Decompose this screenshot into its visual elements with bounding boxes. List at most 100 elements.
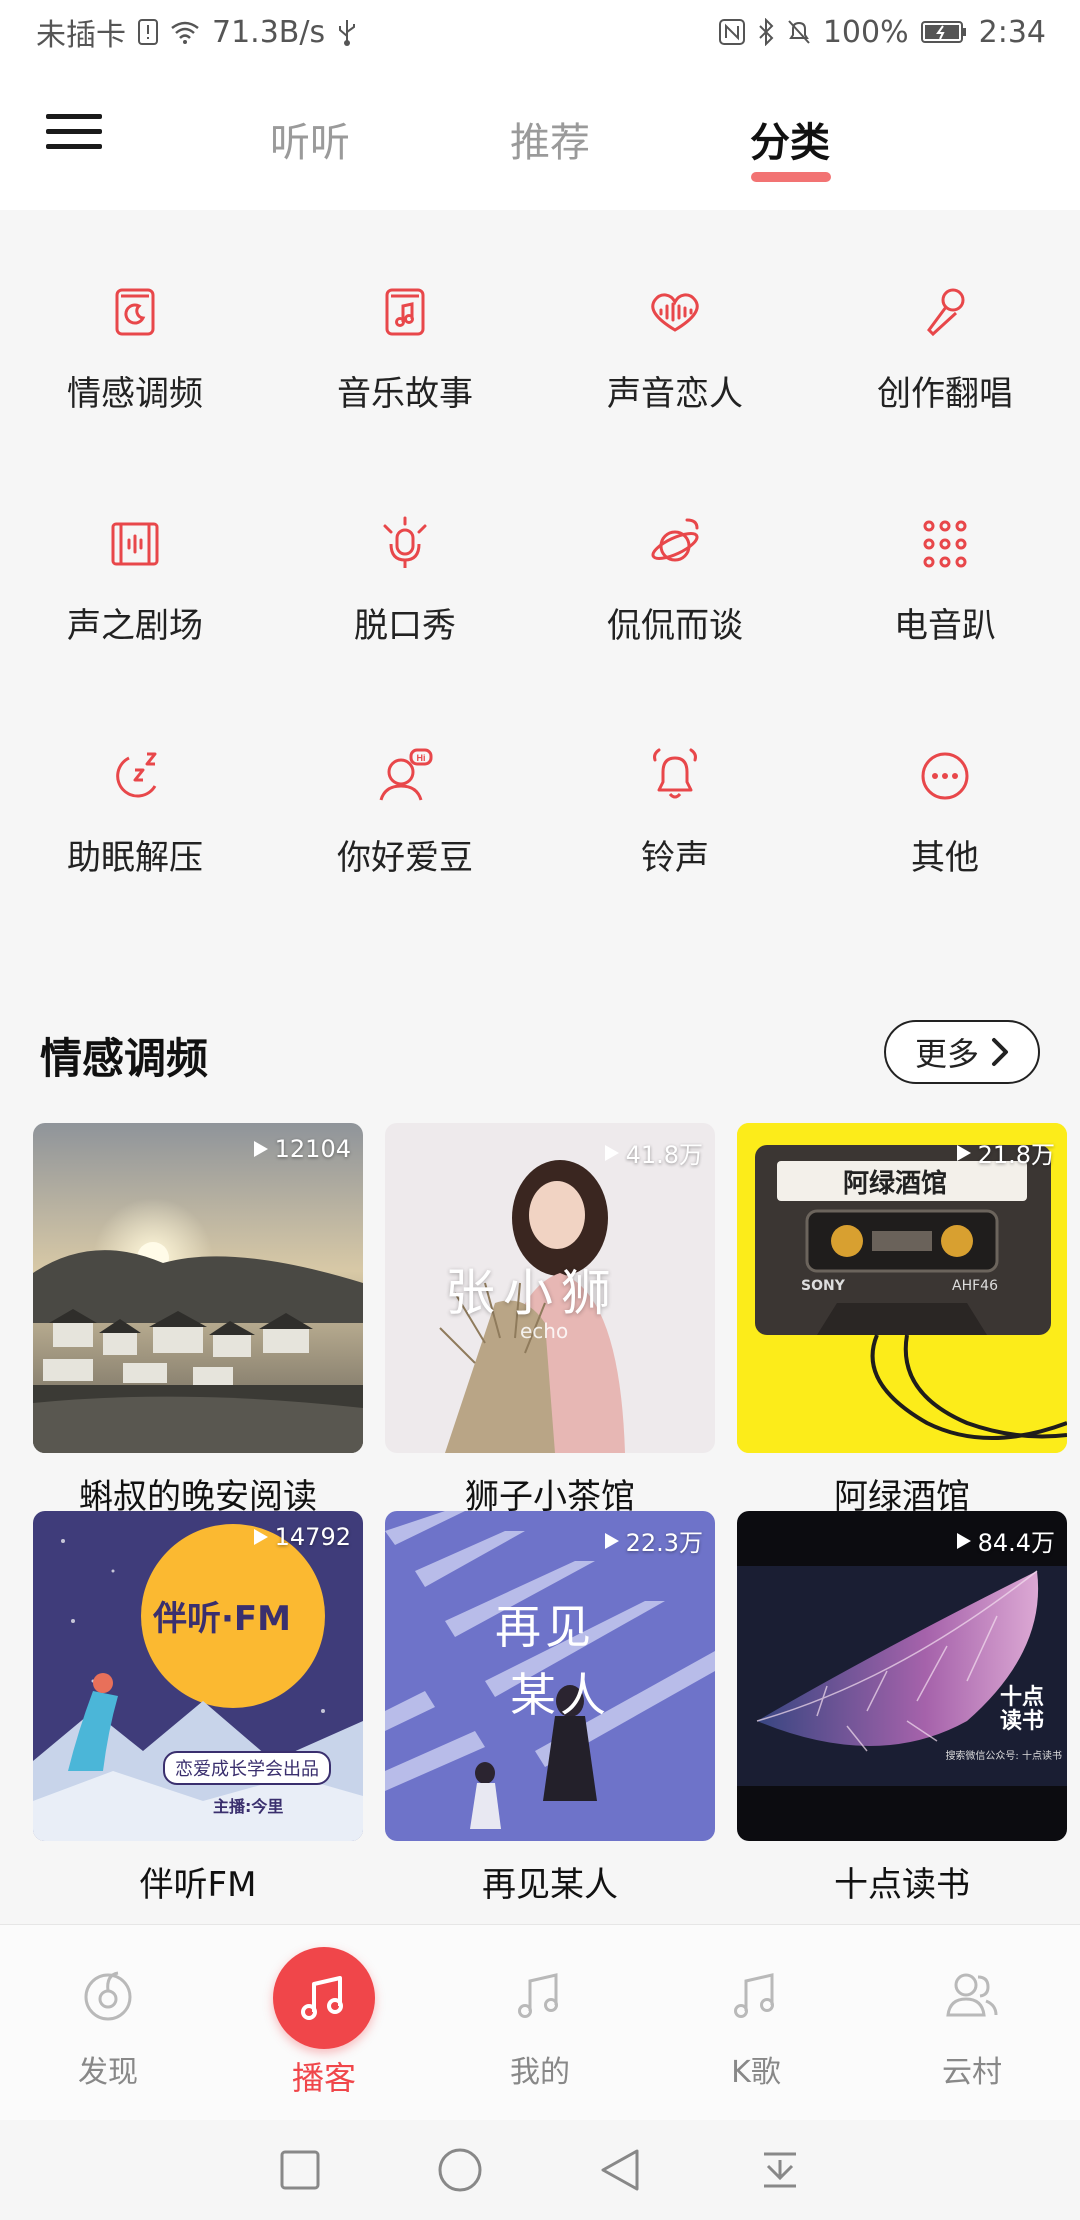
cover-image xyxy=(737,1511,1067,1841)
cover-logo-text: 伴听·FM xyxy=(153,1599,291,1639)
mute-bell-icon xyxy=(787,19,811,45)
tab-recommend[interactable]: 推荐 xyxy=(510,110,590,168)
category-grid: 情感调频 音乐故事 声音恋人 创作翻唱 声之剧场 脱口秀 侃侃而谈 电音趴 助眠… xyxy=(0,250,1080,886)
sleep-icon xyxy=(116,752,157,798)
cover-title-line2: 某人 xyxy=(510,1668,610,1722)
podcast-card[interactable]: 张小狮 echo 41.8万 狮子小茶馆 xyxy=(385,1123,715,1518)
cover-image xyxy=(33,1123,363,1453)
podcast-active-indicator xyxy=(273,1947,375,2049)
cover-model-text: AHF46 xyxy=(952,1278,998,1294)
play-count-value: 21.8万 xyxy=(977,1141,1055,1169)
category-sleep[interactable]: 助眠解压 xyxy=(0,714,270,886)
category-chat[interactable]: 侃侃而谈 xyxy=(540,482,810,654)
podcast-card[interactable]: 再见 某人 22.3万 再见某人 xyxy=(385,1511,715,1906)
active-tab-indicator xyxy=(751,172,831,182)
nav-discover[interactable]: 发现 xyxy=(0,1925,216,2120)
category-label: 侃侃而谈 xyxy=(607,606,743,646)
cover-brand-text: SONY xyxy=(801,1278,845,1294)
nfc-icon xyxy=(718,19,745,45)
play-icon xyxy=(253,1529,268,1545)
pull-down-icon xyxy=(764,2152,796,2188)
category-talk-show[interactable]: 脱口秀 xyxy=(270,482,540,654)
category-label: 声音恋人 xyxy=(607,374,743,414)
cover-sub-text: 恋爱成长学会出品 xyxy=(163,1751,331,1785)
category-edm[interactable]: 电音趴 xyxy=(810,482,1080,654)
karaoke-note-icon xyxy=(734,1973,774,2018)
more-label: 更多 xyxy=(914,1035,979,1073)
talk-mic-icon xyxy=(383,516,427,568)
category-label: 创作翻唱 xyxy=(877,374,1013,414)
nav-label: 发现 xyxy=(78,2055,138,2090)
discover-icon xyxy=(84,1971,132,2021)
tab-category[interactable]: 分类 xyxy=(750,110,830,168)
play-icon xyxy=(956,1532,971,1549)
category-hello-idol[interactable]: Hi 你好爱豆 xyxy=(270,714,540,886)
notification-pull-button[interactable] xyxy=(750,2140,810,2200)
play-icon xyxy=(604,1144,619,1161)
card-cover: 张小狮 echo 41.8万 xyxy=(385,1123,715,1453)
more-dots-icon xyxy=(921,752,969,800)
recent-apps-button[interactable] xyxy=(270,2140,330,2200)
dots-grid-icon xyxy=(923,520,967,568)
play-count: 12104 xyxy=(253,1135,351,1163)
category-voice-lover[interactable]: 声音恋人 xyxy=(540,250,810,422)
home-button[interactable] xyxy=(430,2140,490,2200)
back-button[interactable] xyxy=(590,2140,650,2200)
category-emotion-fm[interactable]: 情感调频 xyxy=(0,250,270,422)
wifi-icon xyxy=(170,20,200,44)
category-cover-song[interactable]: 创作翻唱 xyxy=(810,250,1080,422)
podcast-card[interactable]: 12104 蝌叔的晚安阅读 xyxy=(33,1123,363,1518)
nav-mine[interactable]: 我的 xyxy=(432,1925,648,2120)
play-count: 21.8万 xyxy=(956,1135,1055,1170)
category-music-story[interactable]: 音乐故事 xyxy=(270,250,540,422)
category-label: 脱口秀 xyxy=(354,606,456,646)
play-count-value: 41.8万 xyxy=(625,1141,703,1169)
nav-karaoke[interactable]: K歌 xyxy=(648,1925,864,2120)
cover-sub-text: 搜索微信公众号: 十点读书 xyxy=(945,1751,1062,1762)
category-voice-theater[interactable]: 声之剧场 xyxy=(0,482,270,654)
category-other[interactable]: 其他 xyxy=(810,714,1080,886)
cover-subtitle-text: echo xyxy=(520,1319,569,1343)
moon-book-icon xyxy=(115,288,155,336)
nav-label: 我的 xyxy=(510,2055,570,2090)
nav-label: K歌 xyxy=(731,2055,781,2090)
nav-podcast[interactable]: 播客 xyxy=(216,1925,432,2120)
podcast-card[interactable]: 十点读书 搜索微信公众号: 十点读书 84.4万 十点读书 xyxy=(737,1511,1067,1906)
sim-alert-icon xyxy=(138,19,158,45)
chat-planet-icon xyxy=(651,518,699,562)
podcast-music-icon xyxy=(301,1976,343,2020)
more-button[interactable]: 更多 xyxy=(884,1020,1040,1084)
microphone-icon xyxy=(927,288,965,337)
network-speed: 71.3B/s xyxy=(212,14,326,50)
menu-icon[interactable] xyxy=(46,114,102,154)
tab-listen[interactable]: 听听 xyxy=(270,110,350,168)
nav-label: 播客 xyxy=(291,2059,356,2097)
carrier-label: 未插卡 xyxy=(36,18,126,53)
battery-icon xyxy=(920,20,967,44)
category-ringtone[interactable]: 铃声 xyxy=(540,714,810,886)
top-bar: 听听 推荐 分类 xyxy=(0,64,1080,210)
music-book-icon xyxy=(385,288,425,336)
category-label: 你好爱豆 xyxy=(337,838,473,878)
category-label: 声之剧场 xyxy=(67,606,203,646)
idol-hi-icon: Hi xyxy=(379,748,433,801)
play-count-value: 12104 xyxy=(274,1135,351,1163)
music-note-icon xyxy=(518,1973,558,2018)
cover-image xyxy=(33,1511,363,1841)
bluetooth-icon xyxy=(757,18,775,46)
podcast-card[interactable]: 伴听·FM 恋爱成长学会出品 主播:今里 14792 伴听FM xyxy=(33,1511,363,1906)
category-label: 其他 xyxy=(911,838,979,878)
cover-label-text: 阿绿酒馆 xyxy=(843,1169,948,1199)
bottom-nav: 发现 播客 我的 K歌 云村 xyxy=(0,1924,1080,2120)
cover-title-text: 张小狮 xyxy=(445,1264,619,1322)
card-cover: 伴听·FM 恋爱成长学会出品 主播:今里 14792 xyxy=(33,1511,363,1841)
nav-label: 云村 xyxy=(942,2055,1002,2090)
play-count-value: 84.4万 xyxy=(977,1529,1055,1557)
card-cover: 阿绿酒馆 SONY AHF46 21.8万 xyxy=(737,1123,1067,1453)
play-count: 14792 xyxy=(253,1523,351,1551)
usb-icon xyxy=(337,18,357,46)
chevron-right-icon xyxy=(992,1038,1008,1066)
play-count: 41.8万 xyxy=(604,1135,703,1170)
podcast-card[interactable]: 阿绿酒馆 SONY AHF46 21.8万 阿绿酒馆 xyxy=(737,1123,1067,1518)
nav-community[interactable]: 云村 xyxy=(864,1925,1080,2120)
